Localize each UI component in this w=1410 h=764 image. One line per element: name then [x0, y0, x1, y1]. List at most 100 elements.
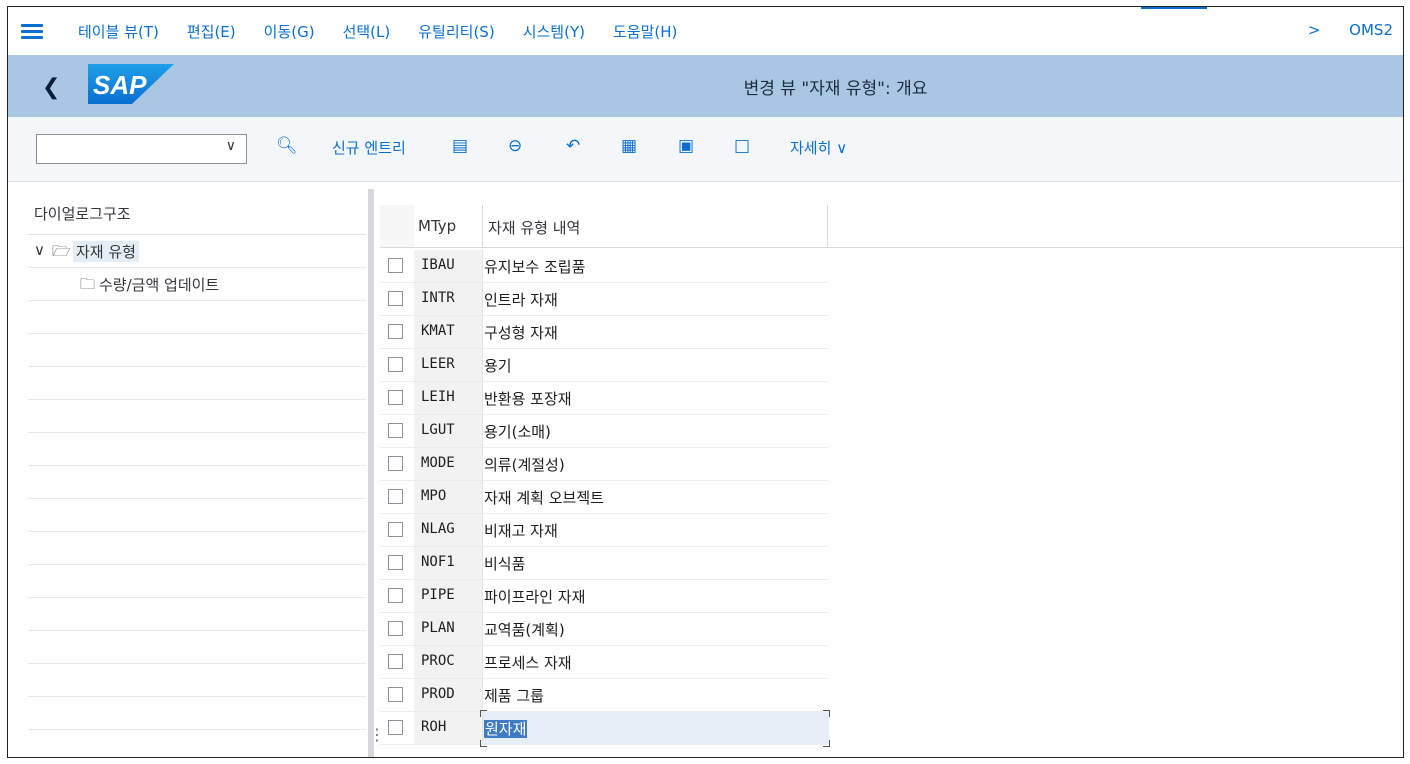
table-row[interactable]: LGUT 용기(소매) — [380, 415, 829, 448]
deselect-all-icon[interactable]: □ — [734, 136, 750, 156]
menu-edit[interactable]: 편집(E) — [187, 21, 236, 42]
material-type-description[interactable]: 비식품 — [484, 553, 525, 574]
row-select-checkbox[interactable] — [388, 654, 403, 669]
row-select-checkbox[interactable] — [388, 291, 403, 306]
row-select-checkbox[interactable] — [388, 258, 403, 273]
tree-row-empty — [28, 499, 366, 532]
tree-row-empty — [28, 400, 366, 433]
delete-icon[interactable]: ⊖ — [508, 136, 522, 156]
table-row[interactable]: LEER 용기 — [380, 349, 829, 382]
menu-selection[interactable]: 선택(L) — [343, 21, 391, 42]
tree-row-empty — [28, 301, 366, 334]
material-type-code: LEIH — [421, 389, 455, 405]
open-folder-icon: 🗁︎ — [52, 242, 71, 260]
active-indicator — [1141, 7, 1207, 9]
details-menu-button[interactable]: 자세히 ∨ — [790, 137, 847, 158]
material-type-code: MPO — [421, 488, 447, 504]
material-type-code: IBAU — [421, 257, 455, 273]
description-input-field[interactable]: 원자재 — [484, 718, 528, 739]
material-type-description[interactable]: 의류(계절성) — [484, 454, 565, 475]
material-type-description[interactable]: 반환용 포장재 — [484, 388, 572, 409]
material-type-description[interactable]: 비재고 자재 — [484, 520, 558, 541]
row-select-checkbox[interactable] — [388, 687, 403, 702]
material-type-code: LGUT — [421, 422, 455, 438]
material-type-code: NOF1 — [421, 554, 455, 570]
selected-text: 원자재 — [484, 720, 528, 738]
row-select-checkbox[interactable] — [388, 423, 403, 438]
table-row[interactable]: INTR 인트라 자재 — [380, 283, 829, 316]
material-type-description[interactable]: 자재 계획 오브젝트 — [484, 487, 604, 508]
focus-corner — [823, 740, 830, 747]
table-row[interactable]: MODE 의류(계절성) — [380, 448, 829, 481]
menu-goto[interactable]: 이동(G) — [264, 21, 315, 42]
select-all-icon[interactable]: ▦ — [621, 136, 637, 156]
new-entries-button[interactable]: 신규 엔트리 — [332, 137, 406, 158]
row-select-checkbox[interactable] — [388, 522, 403, 537]
tree-node-qty-value-update[interactable]: 수량/금액 업데이트 — [99, 274, 219, 295]
dialog-structure-title: 다이얼로그구조 — [34, 205, 131, 223]
select-all-column[interactable] — [380, 205, 414, 247]
material-type-description[interactable]: 프로세스 자재 — [484, 652, 572, 673]
material-type-description[interactable]: 제품 그룹 — [484, 685, 544, 706]
details-label: 자세히 — [790, 139, 832, 157]
material-type-description[interactable]: 구성형 자재 — [484, 322, 558, 343]
select-block-icon[interactable]: ▣ — [678, 136, 694, 156]
panel-splitter[interactable] — [368, 189, 374, 757]
tree-expand-icon[interactable]: ∨ — [34, 241, 45, 259]
row-select-checkbox[interactable] — [388, 324, 403, 339]
column-header-description[interactable]: 자재 유형 내역 — [488, 217, 580, 238]
copy-icon[interactable]: ▤ — [452, 136, 468, 156]
material-type-description[interactable]: 인트라 자재 — [484, 289, 558, 310]
table-row[interactable]: PLAN 교역품(계획) — [380, 613, 829, 646]
material-type-description[interactable]: 용기(소매) — [484, 421, 551, 442]
chevron-down-icon[interactable]: ∨ — [226, 138, 236, 154]
row-select-checkbox[interactable] — [388, 456, 403, 471]
search-icon[interactable]: 🔍︎ — [276, 136, 298, 156]
menu-system[interactable]: 시스템(Y) — [523, 21, 585, 42]
chevron-right-icon[interactable]: > — [1308, 21, 1321, 39]
material-type-code: PLAN — [421, 620, 455, 636]
command-field[interactable]: ∨ — [36, 134, 247, 164]
row-select-checkbox[interactable] — [388, 357, 403, 372]
row-select-checkbox[interactable] — [388, 621, 403, 636]
table-row[interactable]: NOF1 비식품 — [380, 547, 829, 580]
row-select-checkbox[interactable] — [388, 555, 403, 570]
undo-icon[interactable]: ↶ — [566, 136, 580, 156]
tree-row-empty — [28, 334, 366, 367]
tree-row[interactable]: ∨ 🗁︎ 자재 유형 — [28, 235, 366, 268]
table-row-editing[interactable]: ROH 원자재 — [380, 710, 830, 747]
row-select-checkbox[interactable] — [388, 390, 403, 405]
table-row[interactable]: PIPE 파이프라인 자재 — [380, 580, 829, 613]
tree-node-material-types[interactable]: 자재 유형 — [73, 241, 139, 262]
title-bar: ❮ SAP 변경 뷰 "자재 유형": 개요 — [8, 55, 1403, 117]
row-select-checkbox[interactable] — [388, 720, 403, 735]
menu-help[interactable]: 도움말(H) — [613, 21, 677, 42]
material-type-code: MODE — [421, 455, 455, 471]
material-type-description[interactable]: 파이프라인 자재 — [484, 586, 585, 607]
table-row[interactable]: NLAG 비재고 자재 — [380, 514, 829, 547]
column-divider — [827, 205, 828, 247]
menu-table-view[interactable]: 테이블 뷰(T) — [78, 21, 159, 42]
focus-corner — [480, 740, 487, 747]
material-type-description[interactable]: 유지보수 조립품 — [484, 256, 585, 277]
row-select-checkbox[interactable] — [388, 489, 403, 504]
description-cell[interactable] — [482, 547, 829, 579]
system-info[interactable]: > OMS2 — [1308, 21, 1393, 39]
table-row[interactable]: PROC 프로세스 자재 — [380, 646, 829, 679]
material-type-description[interactable]: 용기 — [484, 355, 512, 376]
material-type-code: KMAT — [421, 323, 455, 339]
column-header-mtyp[interactable]: MTyp — [418, 217, 456, 235]
table-row[interactable]: LEIH 반환용 포장재 — [380, 382, 829, 415]
hamburger-menu-icon[interactable] — [21, 24, 43, 40]
table-row[interactable]: MPO 자재 계획 오브젝트 — [380, 481, 829, 514]
table-row[interactable]: IBAU 유지보수 조립품 — [380, 250, 829, 283]
menu-utilities[interactable]: 유틸리티(S) — [418, 21, 494, 42]
folder-icon: 🗀︎ — [80, 275, 96, 293]
row-select-checkbox[interactable] — [388, 588, 403, 603]
table-row[interactable]: KMAT 구성형 자재 — [380, 316, 829, 349]
tree-row[interactable]: 🗀︎ 수량/금액 업데이트 — [28, 268, 366, 301]
description-input-cell[interactable] — [482, 712, 829, 744]
material-type-description[interactable]: 교역품(계획) — [484, 619, 565, 640]
description-cell[interactable] — [482, 349, 829, 381]
table-row[interactable]: PROD 제품 그룹 — [380, 679, 829, 712]
